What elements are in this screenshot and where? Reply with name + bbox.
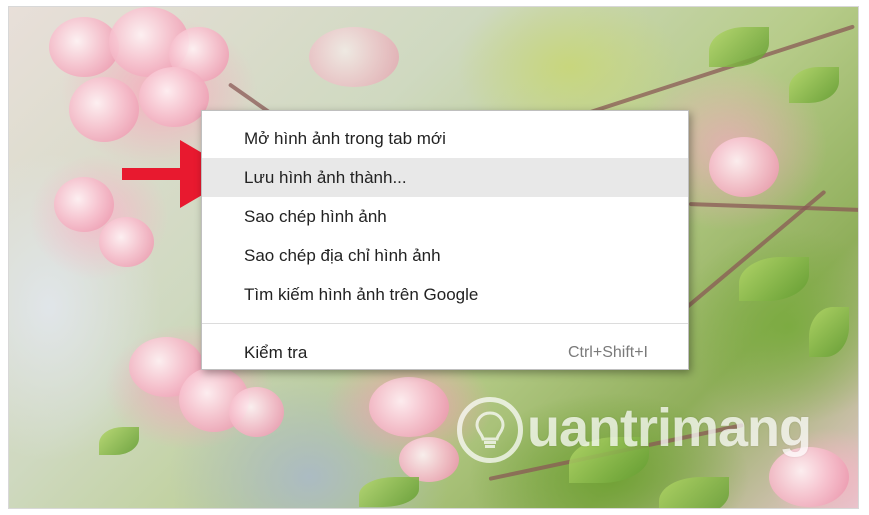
menu-item-inspect[interactable]: Kiểm tra Ctrl+Shift+I bbox=[202, 333, 688, 372]
menu-item-open-image-new-tab[interactable]: Mở hình ảnh trong tab mới bbox=[202, 119, 688, 158]
red-arrow-shaft bbox=[122, 168, 184, 180]
menu-item-label: Sao chép địa chỉ hình ảnh bbox=[244, 246, 441, 265]
watermark: uantrimang bbox=[457, 391, 817, 481]
menu-item-save-image-as[interactable]: Lưu hình ảnh thành... bbox=[202, 158, 688, 197]
menu-item-label: Mở hình ảnh trong tab mới bbox=[244, 129, 446, 148]
menu-item-label: Lưu hình ảnh thành... bbox=[244, 168, 407, 187]
menu-item-search-image-google[interactable]: Tìm kiếm hình ảnh trên Google bbox=[202, 275, 688, 314]
menu-item-copy-image[interactable]: Sao chép hình ảnh bbox=[202, 197, 688, 236]
menu-item-label: Sao chép hình ảnh bbox=[244, 207, 387, 226]
lightbulb-icon bbox=[457, 397, 523, 463]
menu-item-copy-image-address[interactable]: Sao chép địa chỉ hình ảnh bbox=[202, 236, 688, 275]
menu-separator bbox=[202, 323, 688, 324]
watermark-text: uantrimang bbox=[527, 398, 812, 458]
shortcut-hint: Ctrl+Shift+I bbox=[567, 344, 648, 361]
menu-item-label: Tìm kiếm hình ảnh trên Google bbox=[244, 285, 479, 304]
menu-item-label: Kiểm tra bbox=[244, 343, 308, 362]
context-menu: Mở hình ảnh trong tab mới Lưu hình ảnh t… bbox=[201, 110, 689, 370]
